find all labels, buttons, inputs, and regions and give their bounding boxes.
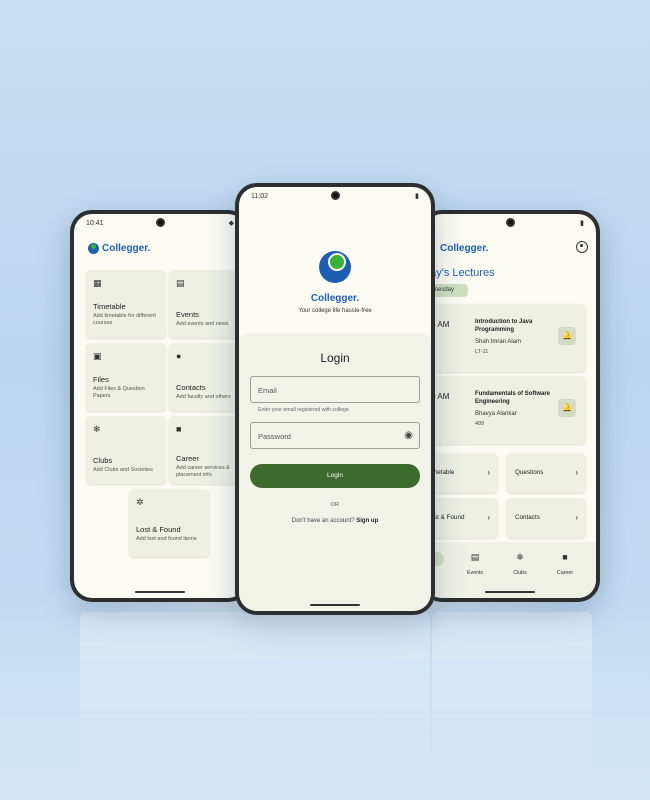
newspaper-icon: ▤ — [176, 278, 185, 288]
nav-career[interactable]: ■ Career — [545, 552, 585, 576]
login-panel: Login Email Enter your email registered … — [239, 333, 431, 611]
tile-title: Events — [176, 310, 199, 319]
quick-contacts-button[interactable]: Contacts › — [506, 498, 586, 538]
or-divider: OR — [330, 502, 340, 508]
reflection-right — [432, 612, 592, 800]
home-indicator[interactable] — [485, 591, 535, 593]
nav-label: Clubs — [513, 570, 527, 576]
atom-icon: ❄ — [516, 552, 524, 562]
tile-files[interactable]: ▣ Files Add Files & Question Papers — [86, 343, 166, 411]
tile-desc: Add Files & Question Papers — [93, 386, 145, 400]
signup-question: Don't have an account? — [291, 518, 355, 524]
nav-label: Events — [466, 570, 484, 576]
email-label: Email — [258, 386, 277, 395]
status-time: 11:02 — [251, 192, 268, 200]
nav-clubs[interactable]: ❄ Clubs — [500, 552, 540, 576]
chevron-right-icon: › — [487, 513, 490, 522]
home-indicator[interactable] — [135, 591, 185, 593]
tile-desc: Add events and news — [176, 321, 229, 327]
app-logo: Collegger. — [88, 243, 150, 254]
student-home-screen: ▮ Collegger. day's Lectures ednesday 9:1… — [424, 214, 596, 598]
nav-events[interactable]: ▤ Events — [455, 552, 495, 576]
phone-login: 11:02 ▮ Collegger. Your college life has… — [235, 183, 435, 615]
tile-title: Clubs — [93, 456, 113, 465]
status-bar: 10:41 ◆ — [86, 217, 234, 229]
status-icons: ▮ — [415, 192, 419, 200]
logo-mark-icon — [319, 251, 351, 283]
tile-desc: Add timetable for different courses — [93, 313, 156, 327]
lecture-card[interactable]: 9:15 AM Introduction to Java Programming… — [424, 304, 586, 372]
tile-title: Contacts — [176, 383, 206, 392]
status-bar: ▮ — [436, 217, 584, 229]
tagline: Your college life hassle-free — [298, 308, 372, 314]
bell-icon[interactable]: 🔔 — [558, 399, 576, 417]
tile-desc: Add career services & placement info — [176, 465, 230, 479]
chevron-right-icon: › — [575, 513, 578, 522]
battery-icon: ▮ — [415, 193, 419, 200]
lecture-name: Fundamentals of Software Engineering — [475, 391, 551, 405]
logo-mark-icon — [88, 243, 99, 254]
password-field[interactable]: Password ◉ — [250, 422, 420, 449]
tile-title: Timetable — [93, 302, 126, 311]
quick-label: Questions — [515, 469, 544, 476]
tile-lost-found[interactable]: ✲ Lost & Found Add lost and found items — [129, 489, 209, 557]
status-icons: ◆ — [229, 219, 234, 227]
tile-timetable[interactable]: ▦ Timetable Add timetable for different … — [86, 270, 166, 338]
brand-name: Collegger. — [440, 243, 489, 254]
bottom-navigation: ⌂ me ▤ Events ❄ Clubs ■ Career — [424, 542, 596, 598]
reflection-left — [80, 612, 245, 800]
wifi-icon: ◆ — [228, 220, 234, 227]
password-label: Password — [258, 432, 291, 441]
login-title: Login — [320, 351, 350, 365]
lost-found-icon: ✲ — [136, 497, 144, 507]
signup-link[interactable]: Sign up — [356, 518, 378, 524]
pdf-file-icon: ▣ — [93, 351, 102, 361]
phone-student-home: ▮ Collegger. day's Lectures ednesday 9:1… — [420, 210, 600, 602]
status-time: 10:41 — [86, 219, 104, 227]
lecture-room: 409 — [475, 421, 485, 427]
lecture-card[interactable]: 0:30 AM Fundamentals of Software Enginee… — [424, 376, 586, 444]
login-screen: 11:02 ▮ Collegger. Your college life has… — [239, 187, 431, 611]
tile-title: Files — [93, 375, 109, 384]
brand-name: Collegger. — [310, 293, 360, 304]
tile-desc: Add faculty and others — [176, 394, 231, 400]
lecture-name: Introduction to Java Programming — [475, 319, 533, 333]
signup-prompt: Don't have an account? Sign up — [239, 518, 431, 524]
tile-clubs[interactable]: ❄ Clubs Add Clubs and Societies — [86, 416, 166, 484]
quick-label: Contacts — [515, 514, 540, 521]
lecture-room: LT-11 — [475, 349, 489, 355]
brand-name: Collegger. — [102, 243, 151, 254]
quick-questions-button[interactable]: Questions › — [506, 453, 586, 493]
tile-desc: Add Clubs and Societies — [93, 467, 153, 473]
email-helper-text: Enter your email registered with college — [258, 407, 349, 413]
chevron-right-icon: › — [575, 468, 578, 477]
quick-lost-found-button[interactable]: Lost & Found › — [424, 498, 498, 538]
briefcase-icon: ■ — [562, 552, 568, 562]
newspaper-icon: ▤ — [470, 552, 480, 562]
atom-icon: ❄ — [93, 424, 101, 434]
bell-icon[interactable]: 🔔 — [558, 327, 576, 345]
briefcase-icon: ■ — [176, 424, 182, 434]
profile-icon[interactable] — [576, 241, 588, 253]
reflection-center — [245, 612, 430, 800]
chevron-right-icon: › — [487, 468, 490, 477]
nav-label: Career — [556, 570, 574, 576]
battery-icon: ▮ — [580, 220, 584, 227]
login-button[interactable]: Login — [250, 464, 420, 488]
tile-title: Career — [176, 454, 199, 463]
lecture-professor: Shah Imran Alam — [475, 339, 522, 345]
eye-icon[interactable]: ◉ — [404, 430, 413, 441]
status-icons: ▮ — [580, 219, 584, 227]
email-field[interactable]: Email — [250, 376, 420, 403]
person-settings-icon: ● — [176, 351, 182, 361]
quick-timetable-button[interactable]: Timetable › — [424, 453, 498, 493]
phone-admin-dashboard: 10:41 ◆ Collegger. ▦ Timetable Add timet… — [70, 210, 250, 602]
home-indicator[interactable] — [310, 604, 360, 606]
tile-desc: Add lost and found items — [136, 536, 197, 542]
tile-title: Lost & Found — [136, 525, 181, 534]
calendar-icon: ▦ — [93, 278, 102, 288]
admin-screen: 10:41 ◆ Collegger. ▦ Timetable Add timet… — [74, 214, 246, 598]
lecture-professor: Bhavya Alankar — [475, 411, 517, 417]
status-bar: 11:02 ▮ — [251, 190, 419, 202]
